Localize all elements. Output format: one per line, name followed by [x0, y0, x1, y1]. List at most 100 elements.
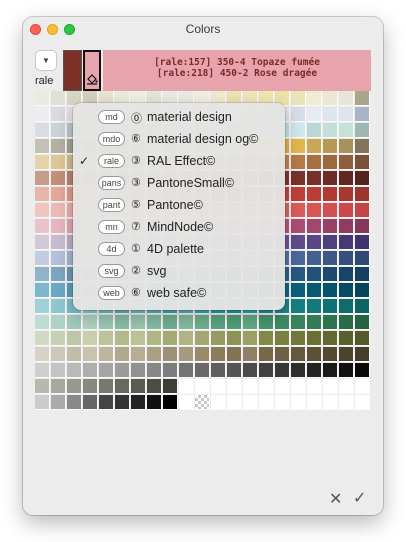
color-swatch[interactable] [115, 331, 130, 346]
color-swatch[interactable] [291, 251, 306, 266]
color-swatch[interactable] [195, 363, 210, 378]
color-swatch[interactable] [323, 123, 338, 138]
color-swatch[interactable] [147, 379, 162, 394]
color-swatch[interactable] [51, 379, 66, 394]
color-swatch[interactable] [35, 283, 50, 298]
color-swatch[interactable] [259, 315, 274, 330]
color-swatch[interactable] [115, 395, 130, 410]
color-swatch[interactable] [339, 235, 354, 250]
color-swatch[interactable] [51, 139, 66, 154]
color-swatch[interactable] [307, 139, 322, 154]
color-swatch[interactable] [339, 251, 354, 266]
color-swatch[interactable] [227, 315, 242, 330]
color-swatch[interactable] [99, 347, 114, 362]
color-swatch[interactable] [323, 283, 338, 298]
color-swatch[interactable] [147, 347, 162, 362]
color-swatch[interactable] [67, 315, 82, 330]
color-swatch[interactable] [307, 267, 322, 282]
color-swatch[interactable] [51, 155, 66, 170]
palette-menu-item-rale[interactable]: ✓ rale ③ RAL Effect© [73, 152, 285, 172]
color-swatch[interactable] [243, 379, 258, 394]
color-swatch[interactable] [291, 139, 306, 154]
color-swatch[interactable] [227, 395, 242, 410]
color-swatch[interactable] [323, 139, 338, 154]
color-swatch[interactable] [35, 171, 50, 186]
color-swatch[interactable] [51, 251, 66, 266]
palette-menu-item-svg[interactable]: svg ② svg [73, 262, 285, 282]
color-swatch[interactable] [211, 363, 226, 378]
color-swatch[interactable] [131, 395, 146, 410]
color-swatch[interactable] [339, 347, 354, 362]
color-swatch[interactable] [211, 331, 226, 346]
color-swatch[interactable] [339, 107, 354, 122]
color-swatch[interactable] [115, 363, 130, 378]
color-swatch[interactable] [323, 363, 338, 378]
color-swatch[interactable] [355, 107, 370, 122]
color-swatch[interactable] [355, 251, 370, 266]
color-swatch[interactable] [243, 331, 258, 346]
color-swatch[interactable] [323, 267, 338, 282]
color-swatch[interactable] [83, 347, 98, 362]
color-swatch[interactable] [275, 331, 290, 346]
color-swatch[interactable] [259, 363, 274, 378]
color-swatch[interactable] [339, 123, 354, 138]
color-swatch[interactable] [227, 363, 242, 378]
color-swatch[interactable] [67, 379, 82, 394]
color-swatch[interactable] [51, 315, 66, 330]
color-swatch[interactable] [307, 123, 322, 138]
color-swatch[interactable] [355, 235, 370, 250]
color-swatch[interactable] [67, 395, 82, 410]
color-swatch[interactable] [275, 315, 290, 330]
color-swatch[interactable] [83, 331, 98, 346]
color-swatch[interactable] [51, 395, 66, 410]
color-swatch[interactable] [163, 379, 178, 394]
color-swatch[interactable] [339, 363, 354, 378]
color-swatch[interactable] [211, 379, 226, 394]
color-swatch[interactable] [355, 267, 370, 282]
color-swatch[interactable] [227, 331, 242, 346]
color-swatch[interactable] [51, 267, 66, 282]
color-swatch[interactable] [339, 171, 354, 186]
color-swatch[interactable] [355, 91, 370, 106]
color-swatch[interactable] [195, 331, 210, 346]
color-swatch[interactable] [291, 267, 306, 282]
color-swatch[interactable] [291, 283, 306, 298]
color-swatch[interactable] [307, 299, 322, 314]
palette-menu-item-web[interactable]: web ⑥ web safe© [73, 284, 285, 304]
color-swatch[interactable] [323, 155, 338, 170]
color-swatch[interactable] [323, 379, 338, 394]
color-swatch[interactable] [67, 363, 82, 378]
color-swatch[interactable] [115, 315, 130, 330]
color-swatch[interactable] [227, 347, 242, 362]
color-swatch[interactable] [211, 395, 226, 410]
color-swatch[interactable] [131, 363, 146, 378]
color-swatch[interactable] [307, 171, 322, 186]
color-swatch[interactable] [99, 363, 114, 378]
previous-color-swatch[interactable] [63, 50, 82, 91]
color-swatch[interactable] [179, 315, 194, 330]
color-swatch[interactable] [323, 315, 338, 330]
color-swatch[interactable] [307, 315, 322, 330]
color-swatch[interactable] [259, 379, 274, 394]
color-swatch[interactable] [131, 347, 146, 362]
color-swatch[interactable] [163, 331, 178, 346]
color-swatch[interactable] [355, 379, 370, 394]
color-swatch[interactable] [323, 347, 338, 362]
palette-menu-item-mdo[interactable]: mdo ⑥ material design og© [73, 130, 285, 150]
color-swatch[interactable] [147, 315, 162, 330]
color-swatch[interactable] [83, 395, 98, 410]
color-swatch[interactable] [195, 379, 210, 394]
color-swatch[interactable] [323, 331, 338, 346]
color-swatch[interactable] [355, 187, 370, 202]
color-swatch[interactable] [259, 395, 274, 410]
color-swatch[interactable] [51, 123, 66, 138]
color-swatch[interactable] [355, 171, 370, 186]
color-swatch[interactable] [355, 219, 370, 234]
color-swatch[interactable] [339, 203, 354, 218]
palette-menu-item-md[interactable]: md ⓪ material design [73, 108, 285, 128]
color-swatch[interactable] [291, 107, 306, 122]
color-swatch[interactable] [339, 219, 354, 234]
color-swatch[interactable] [291, 187, 306, 202]
color-swatch[interactable] [323, 299, 338, 314]
color-swatch[interactable] [51, 219, 66, 234]
